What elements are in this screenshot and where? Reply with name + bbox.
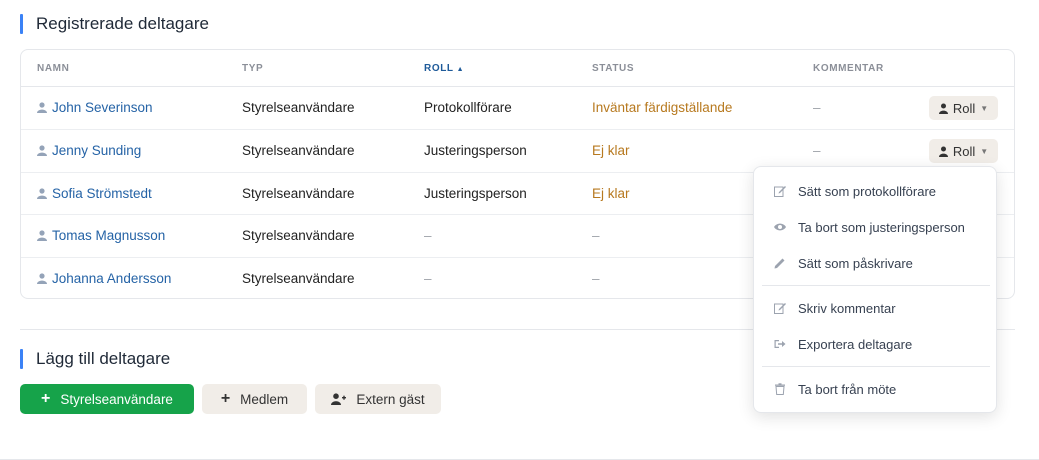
participant-type: Styrelseanvändare — [242, 100, 355, 115]
participant-type: Styrelseanvändare — [242, 228, 355, 243]
participant-type: Styrelseanvändare — [242, 143, 355, 158]
participant-name: John Severinson — [52, 100, 153, 115]
menu-divider — [762, 285, 990, 286]
participant-name-link[interactable]: John Severinson — [37, 100, 153, 115]
column-header-comment[interactable]: KOMMENTAR — [813, 63, 884, 74]
table-row: John Severinson Styrelseanvändare Protok… — [21, 87, 1014, 130]
menu-item-set-minute-taker[interactable]: Sätt som protokollförare — [754, 180, 996, 202]
menu-item-write-comment[interactable]: Skriv kommentar — [754, 297, 996, 319]
participant-role: Justeringsperson — [424, 143, 527, 158]
participant-type: Styrelseanvändare — [242, 186, 355, 201]
menu-divider — [762, 366, 990, 367]
participant-status: Ej klar — [592, 186, 630, 201]
menu-item-label: Sätt som protokollförare — [798, 183, 937, 199]
section-accent-bar — [20, 14, 23, 34]
column-header-role-label: ROLL — [424, 63, 454, 74]
participant-role: – — [424, 271, 432, 286]
add-board-user-button[interactable]: + Styrelseanvändare — [20, 384, 194, 414]
menu-item-label: Exportera deltagare — [798, 336, 913, 352]
add-member-label: Medlem — [240, 391, 289, 407]
add-guest-button[interactable]: Extern gäst — [315, 384, 441, 414]
participant-comment: – — [813, 100, 821, 115]
role-button-label: Roll — [952, 143, 976, 159]
sort-ascending-icon: ▲ — [456, 66, 465, 73]
registered-title: Registrerade deltagare — [36, 14, 209, 33]
edit-icon — [774, 303, 786, 314]
user-icon — [938, 146, 948, 157]
participant-status: – — [592, 228, 600, 243]
role-dropdown-button[interactable]: Roll ▼ — [929, 139, 998, 163]
participant-comment: – — [813, 143, 821, 158]
role-dropdown-menu: Sätt som protokollförare Ta bort som jus… — [753, 166, 997, 413]
menu-item-set-signer[interactable]: Sätt som påskrivare — [754, 252, 996, 274]
menu-item-export-participant[interactable]: Exportera deltagare — [754, 333, 996, 355]
eye-icon — [774, 223, 786, 231]
participant-name-link[interactable]: Sofia Strömstedt — [37, 186, 152, 201]
participant-name-link[interactable]: Johanna Andersson — [37, 271, 171, 286]
role-button-label: Roll — [952, 100, 976, 116]
pencil-icon — [774, 258, 785, 269]
user-icon — [37, 188, 47, 199]
participant-role: Justeringsperson — [424, 186, 527, 201]
participant-name: Jenny Sunding — [52, 143, 142, 158]
user-icon — [37, 273, 47, 284]
menu-item-remove-from-meeting[interactable]: Ta bort från möte — [754, 378, 996, 400]
trash-icon — [775, 383, 785, 395]
menu-item-label: Skriv kommentar — [798, 300, 896, 316]
add-board-user-label: Styrelseanvändare — [60, 391, 173, 407]
role-dropdown-button[interactable]: Roll ▼ — [929, 96, 998, 120]
participant-name-link[interactable]: Jenny Sunding — [37, 143, 141, 158]
menu-item-remove-adjuster[interactable]: Ta bort som justeringsperson — [754, 216, 996, 238]
column-header-status[interactable]: STATUS — [592, 63, 634, 74]
caret-down-icon: ▼ — [980, 103, 989, 113]
participant-name: Sofia Strömstedt — [52, 186, 152, 201]
participant-name: Johanna Andersson — [52, 271, 172, 286]
add-guest-label: Extern gäst — [356, 391, 425, 407]
registered-section-title: Registrerade deltagare — [20, 14, 209, 34]
user-icon — [37, 102, 47, 113]
plus-icon: + — [220, 390, 231, 407]
participant-type: Styrelseanvändare — [242, 271, 355, 286]
column-header-type[interactable]: TYP — [242, 63, 263, 74]
add-title: Lägg till deltagare — [36, 349, 171, 368]
participant-status: Ej klar — [592, 143, 630, 158]
user-icon — [37, 145, 47, 156]
user-icon — [37, 230, 47, 241]
user-plus-icon — [331, 393, 347, 405]
add-member-button[interactable]: + Medlem — [202, 384, 307, 414]
menu-item-label: Ta bort från möte — [798, 381, 897, 397]
participant-status: – — [592, 271, 600, 286]
user-icon — [938, 103, 948, 114]
participant-name-link[interactable]: Tomas Magnusson — [37, 228, 165, 243]
caret-down-icon: ▼ — [980, 146, 989, 156]
plus-icon: + — [41, 390, 51, 407]
add-section-title: Lägg till deltagare — [20, 349, 170, 369]
edit-icon — [774, 186, 786, 197]
participant-role: – — [424, 228, 432, 243]
column-header-name[interactable]: NAMN — [37, 63, 69, 74]
participant-status: Inväntar färdigställande — [592, 100, 733, 115]
menu-item-label: Ta bort som justeringsperson — [798, 219, 965, 235]
participant-role: Protokollförare — [424, 100, 512, 115]
export-icon — [774, 340, 786, 348]
section-accent-bar — [20, 349, 23, 369]
participant-name: Tomas Magnusson — [52, 228, 166, 243]
menu-item-label: Sätt som påskrivare — [798, 255, 913, 271]
column-header-role[interactable]: ROLL ▲ — [424, 63, 464, 74]
